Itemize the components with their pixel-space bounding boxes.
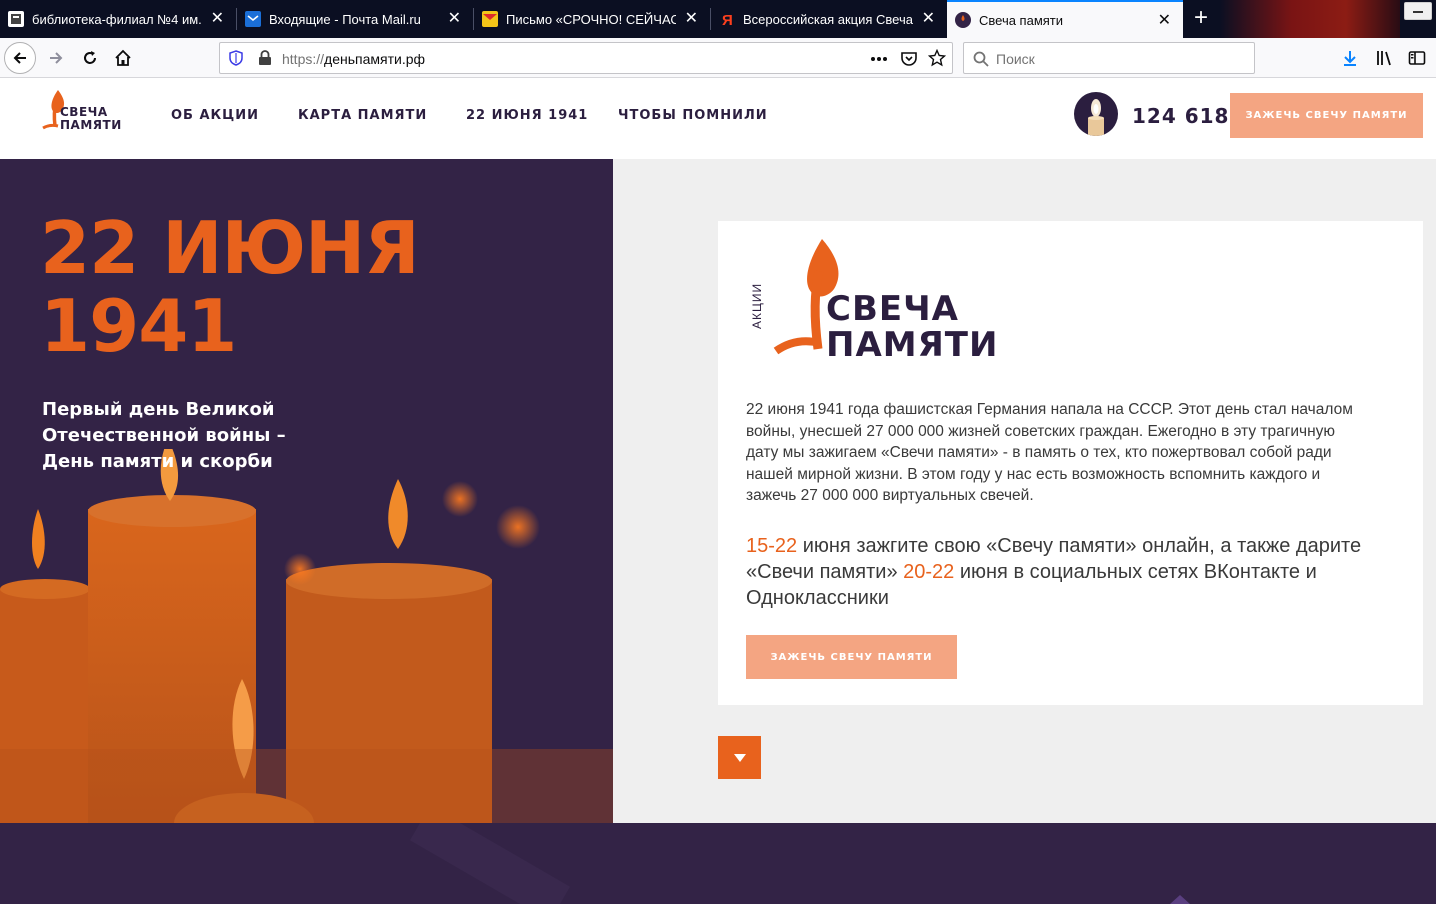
back-button[interactable] (4, 42, 36, 74)
candles-illustration (0, 449, 613, 823)
date-range-online: 15-22 (746, 535, 798, 557)
hero-title-line2: 1941 (40, 284, 237, 368)
forward-button[interactable] (40, 42, 72, 74)
nav-item-about[interactable]: ОБ АКЦИИ (171, 108, 259, 123)
info-card: АКЦИИ СВЕЧА ПАМЯТИ 22 июня 1941 года фаш… (718, 221, 1423, 705)
svg-text:Я: Я (722, 12, 733, 27)
browser-tab-library[interactable]: библиотека-филиал №4 им. М ✕ (0, 0, 236, 38)
logo-word-svecha: СВЕЧА (826, 289, 959, 329)
window-minimize-button[interactable] (1404, 2, 1432, 20)
logo-side-label: АКЦИИ (750, 282, 764, 329)
bookmark-star-icon[interactable] (928, 49, 946, 67)
page-actions-icon[interactable] (870, 52, 888, 66)
candle-favicon (955, 12, 971, 28)
hero-title-line1: 22 ИЮНЯ (40, 206, 420, 290)
home-button[interactable] (107, 42, 139, 74)
triangle-down-icon (733, 753, 746, 762)
scroll-down-button[interactable] (718, 736, 761, 779)
tab-title: Свеча памяти (979, 12, 1064, 28)
url-scheme: https:// (282, 51, 325, 67)
card-logo: АКЦИИ СВЕЧА ПАМЯТИ (744, 237, 1004, 367)
close-tab-icon[interactable]: ✕ (685, 10, 698, 28)
tab-title: библиотека-филиал №4 им. М (32, 11, 202, 27)
close-tab-icon[interactable]: ✕ (922, 10, 935, 28)
nav-item-june-22[interactable]: 22 ИЮНЯ 1941 (466, 108, 588, 123)
browser-tab-yandex[interactable]: Я Всероссийская акция Свеча п ✕ (711, 0, 947, 38)
close-tab-icon[interactable]: ✕ (211, 10, 224, 28)
browser-tab-mail[interactable]: Входящие - Почта Mail.ru ✕ (237, 0, 473, 38)
tracking-shield-icon[interactable] (228, 50, 244, 66)
candle-counter-icon (1074, 92, 1118, 136)
nav-item-remember[interactable]: ЧТОБЫ ПОМНИЛИ (618, 108, 768, 123)
tab-title: Входящие - Почта Mail.ru (269, 11, 421, 27)
search-icon (973, 51, 989, 67)
browser-navbar: https://деньпамяти.рф Поиск (0, 38, 1436, 78)
sidebar-icon (1408, 51, 1426, 65)
search-bar[interactable]: Поиск (963, 42, 1255, 74)
browser-tab-svecha[interactable]: Свеча памяти ✕ (947, 0, 1183, 38)
url-text[interactable]: https://деньпамяти.рф (282, 51, 425, 67)
card-dates: 15-22 июня зажгите свою «Свечу памяти» о… (746, 533, 1366, 611)
browser-tabstrip: библиотека-филиал №4 им. М ✕ Входящие - … (0, 0, 1436, 38)
logo-word-svecha: СВЕЧА (60, 105, 108, 119)
new-tab-button[interactable]: + (1186, 4, 1216, 34)
logo-word-pamyati: ПАМЯТИ (826, 325, 999, 365)
mail-favicon (245, 11, 261, 27)
logo-word-pamyati: ПАМЯТИ (60, 118, 122, 132)
library-button[interactable] (1368, 42, 1400, 74)
tab-title: Письмо «СРОЧНО! СЕЙЧАС п (506, 11, 676, 27)
candle-counter: 124 618 (1132, 104, 1230, 128)
lock-icon[interactable] (258, 50, 272, 66)
browser-tab-letter[interactable]: Письмо «СРОЧНО! СЕЙЧАС п ✕ (474, 0, 710, 38)
light-candle-header-button[interactable]: ЗАЖЕЧЬ СВЕЧУ ПАМЯТИ (1230, 93, 1423, 138)
light-candle-card-button[interactable]: ЗАЖЕЧЬ СВЕЧУ ПАМЯТИ (746, 635, 957, 679)
address-bar[interactable]: https://деньпамяти.рф (219, 42, 953, 74)
hero-left-panel: 22 ИЮНЯ 1941 Первый день Великой Отечест… (0, 159, 613, 823)
tab-title: Всероссийская акция Свеча п (743, 11, 913, 27)
next-section-band (0, 823, 1436, 904)
library-icon (1377, 51, 1391, 66)
pocket-icon[interactable] (900, 50, 918, 68)
forward-arrow-icon (50, 52, 63, 64)
site-header: СВЕЧА ПАМЯТИ ОБ АКЦИИ КАРТА ПАМЯТИ 22 ИЮ… (0, 78, 1436, 159)
url-host: деньпамяти.рф (324, 51, 426, 67)
nav-item-memory-map[interactable]: КАРТА ПАМЯТИ (298, 108, 427, 123)
hero-right-panel: АКЦИИ СВЕЧА ПАМЯТИ 22 июня 1941 года фаш… (613, 159, 1436, 823)
reload-icon (84, 51, 96, 64)
back-arrow-icon (13, 52, 26, 64)
downloads-button[interactable] (1334, 42, 1366, 74)
download-icon (1344, 51, 1356, 66)
hero-title: 22 ИЮНЯ 1941 (40, 206, 420, 368)
envelope-favicon (482, 11, 498, 27)
card-description: 22 июня 1941 года фашистская Германия на… (746, 401, 1353, 504)
sidebar-button[interactable] (1401, 42, 1433, 74)
close-tab-icon[interactable]: ✕ (1158, 12, 1171, 30)
site-logo[interactable]: СВЕЧА ПАМЯТИ (40, 88, 122, 132)
yandex-favicon: Я (719, 11, 735, 29)
library-favicon (8, 11, 24, 27)
home-icon (115, 49, 131, 66)
date-range-social: 20-22 (903, 561, 955, 583)
background-decoration (409, 823, 1190, 904)
search-input[interactable]: Поиск (996, 51, 1035, 67)
close-tab-icon[interactable]: ✕ (448, 10, 461, 28)
hero-subtitle: Первый день Великой Отечественной войны … (42, 399, 286, 472)
reload-button[interactable] (74, 42, 106, 74)
